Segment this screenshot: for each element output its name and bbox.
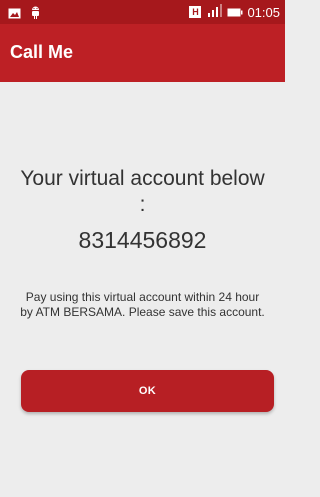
battery-icon: [227, 5, 243, 20]
payment-instructions: Pay using this virtual account within 24…: [20, 290, 265, 319]
status-bar: H 01:05: [0, 0, 285, 24]
virtual-account-number: 8314456892: [78, 227, 207, 253]
network-badge: H: [192, 7, 199, 17]
status-left-icons: [8, 5, 41, 24]
android-icon: [30, 5, 41, 24]
page-title: Call Me: [10, 42, 74, 62]
clock: 01:05: [247, 4, 280, 20]
h-network-icon: H: [189, 6, 202, 18]
status-right-icons: H 01:05: [189, 4, 280, 20]
ok-button[interactable]: OK: [21, 370, 274, 412]
virtual-account-content: Your virtual account below : 8314456892 …: [0, 82, 285, 497]
image-icon: [8, 6, 21, 24]
virtual-account-heading: Your virtual account below :: [20, 167, 265, 216]
app-bar: Call Me: [0, 24, 285, 82]
signal-icon: [205, 4, 223, 20]
